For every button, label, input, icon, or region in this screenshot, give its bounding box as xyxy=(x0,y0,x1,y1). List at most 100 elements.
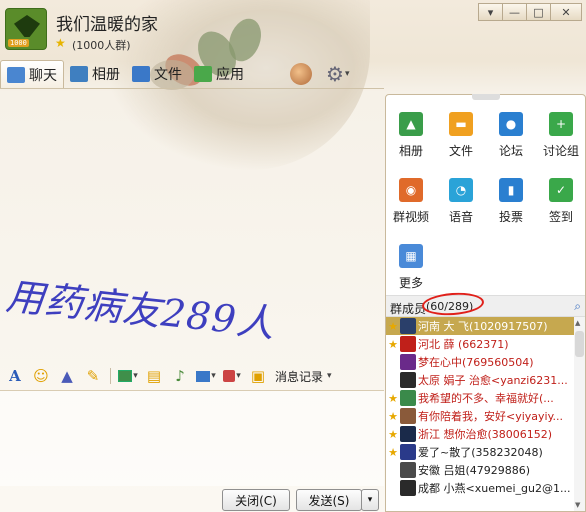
member-avatar xyxy=(400,444,416,460)
side-panel: ▲ 相册 ▬ 文件 ● 论坛 + 讨论组 ◉ 群视频 ◔ 语音 ▮ 投票 ✓ 签到 ▦ 更多 群成… xyxy=(385,94,586,512)
app-forum[interactable]: ● 论坛 xyxy=(486,109,536,167)
member-name: 有你陪着我，安好<yiyayiy... xyxy=(418,410,564,423)
admin-star-icon: ★ xyxy=(388,445,398,459)
app-label: 群视频 xyxy=(392,210,429,224)
members-title: 群成员 xyxy=(390,302,427,316)
send-options-button[interactable]: ▾ xyxy=(361,489,379,511)
chevron-down-icon: ▾ xyxy=(344,69,350,79)
settings-button[interactable]: ⚙ ▾ xyxy=(326,62,349,86)
leaf-logo-icon xyxy=(14,15,40,37)
history-icon[interactable]: ▣ xyxy=(247,365,269,387)
member-avatar xyxy=(400,408,416,424)
forum-icon: ● xyxy=(499,112,523,136)
note-icon[interactable]: ✎ xyxy=(82,365,104,387)
image-icon xyxy=(118,370,133,382)
app-discussion[interactable]: + 讨论组 xyxy=(536,109,586,167)
tab-label: 相册 xyxy=(92,67,120,83)
vote-icon: ▮ xyxy=(499,178,523,202)
app-vote[interactable]: ▮ 投票 xyxy=(486,175,536,233)
member-avatar xyxy=(400,318,416,334)
tab-label: 文件 xyxy=(154,67,182,83)
app-checkin[interactable]: ✓ 签到 xyxy=(536,175,586,233)
scroll-thumb[interactable] xyxy=(575,331,584,357)
member-row[interactable]: ★ 浙江 想你治愈(38006152) xyxy=(386,425,575,443)
tab-bar: 聊天 相册 文件 应用 xyxy=(0,60,250,88)
screenshot-button[interactable]: ▾ xyxy=(195,365,217,387)
red-annotation-circle xyxy=(421,290,485,318)
shake-button[interactable]: ▾ xyxy=(221,365,243,387)
divider xyxy=(110,368,111,384)
maximize-button[interactable]: □ xyxy=(526,3,551,21)
member-row[interactable]: ★ 河南 大 飞(1020917507) xyxy=(386,317,575,335)
member-row[interactable]: ★ 爱了~散了(358232048) xyxy=(386,443,575,461)
history-button[interactable]: 消息记录 ▾ xyxy=(273,365,332,387)
app-voice[interactable]: ◔ 语音 xyxy=(436,175,486,233)
app-label: 投票 xyxy=(498,210,523,224)
member-list: ★ 河南 大 飞(1020917507) ★ 河北 薛 (662371) 梦在心中(76… xyxy=(386,317,575,512)
minimize-button[interactable]: — xyxy=(502,3,527,21)
panel-collapse-handle[interactable] xyxy=(472,94,500,100)
members-header: 群成员 (60/289) ⌕ xyxy=(386,290,585,318)
tab-album[interactable]: 相册 xyxy=(64,60,126,88)
menu-dropdown-button[interactable]: ▾ xyxy=(478,3,503,21)
member-row[interactable]: 梦在心中(769560504) xyxy=(386,353,575,371)
voice-icon: ◔ xyxy=(449,178,473,202)
member-row[interactable]: 安徽 吕姐(47929886) xyxy=(386,461,575,479)
member-row[interactable]: ★ 河北 薛 (662371) xyxy=(386,335,575,353)
tab-file[interactable]: 文件 xyxy=(126,60,188,88)
chat-icon xyxy=(7,66,25,83)
image-button[interactable]: ▾ xyxy=(117,365,139,387)
chevron-down-icon: ▾ xyxy=(327,371,332,381)
tab-apps[interactable]: 应用 xyxy=(188,60,250,88)
close-window-button[interactable]: ✕ xyxy=(550,3,582,21)
send-button[interactable]: 发送(S) xyxy=(296,489,362,511)
member-row[interactable]: ★ 有你陪着我，安好<yiyayiy... xyxy=(386,407,575,425)
chat-window: 1000 我们温暖的家 ★ (1000人群) ▾ — □ ✕ 聊天 相册 文件 … xyxy=(0,0,586,512)
app-label: 文件 xyxy=(448,144,473,158)
app-more[interactable]: ▦ 更多 xyxy=(386,241,436,299)
member-name: 河南 大 飞(1020917507) xyxy=(418,320,548,333)
add-member-icon[interactable] xyxy=(290,63,312,85)
app-label: 签到 xyxy=(548,210,573,224)
magic-hat-icon[interactable]: ▲ xyxy=(56,365,78,387)
music-icon[interactable]: ♪ xyxy=(169,365,191,387)
member-avatar xyxy=(400,354,416,370)
admin-star-icon: ★ xyxy=(388,319,398,333)
tab-chat[interactable]: 聊天 xyxy=(0,60,64,88)
chevron-down-icon: ▾ xyxy=(367,495,373,505)
search-icon[interactable]: ⌕ xyxy=(574,299,581,314)
app-video[interactable]: ◉ 群视频 xyxy=(386,175,436,233)
member-avatar xyxy=(400,390,416,406)
app-label: 相册 xyxy=(398,144,423,158)
history-label: 消息记录 xyxy=(275,369,324,384)
screen-icon xyxy=(196,370,211,382)
group-badge: 1000 xyxy=(8,39,29,47)
title-bar: 1000 我们温暖的家 ★ (1000人群) ▾ — □ ✕ xyxy=(0,0,586,60)
close-button[interactable]: 关闭(C) xyxy=(222,489,290,511)
member-name: 安徽 吕姐(47929886) xyxy=(418,464,531,477)
member-row[interactable]: 成都 小燕<xuemei_gu2@1... xyxy=(386,479,575,497)
app-file[interactable]: ▬ 文件 xyxy=(436,109,486,167)
app-label: 更多 xyxy=(398,276,423,290)
member-name: 我希望的不多、幸福就好(... xyxy=(418,392,554,405)
emoji-icon[interactable]: ☺ xyxy=(30,365,52,387)
checkin-icon: ✓ xyxy=(549,178,573,202)
clipboard-icon[interactable]: ▤ xyxy=(143,365,165,387)
member-name: 成都 小燕<xuemei_gu2@1... xyxy=(418,482,571,495)
message-area[interactable]: 用药病友289人 xyxy=(0,88,384,358)
scroll-up-icon[interactable]: ▲ xyxy=(575,319,580,327)
scroll-down-icon[interactable]: ▼ xyxy=(575,501,580,509)
group-name[interactable]: 我们温暖的家 xyxy=(56,10,158,35)
shake-icon xyxy=(223,370,236,382)
app-label: 论坛 xyxy=(498,144,523,158)
member-row[interactable]: ★ 我希望的不多、幸福就好(... xyxy=(386,389,575,407)
member-name: 河北 薛 (662371) xyxy=(418,338,509,351)
member-row[interactable]: 太原 娟子 治愈<yanzi6231... xyxy=(386,371,575,389)
group-avatar[interactable]: 1000 xyxy=(5,8,47,50)
app-photo[interactable]: ▲ 相册 xyxy=(386,109,436,167)
font-icon[interactable]: A xyxy=(4,365,26,387)
tab-label: 应用 xyxy=(216,67,244,83)
member-list-scrollbar[interactable]: ▲ ▼ xyxy=(574,317,585,511)
message-input[interactable] xyxy=(0,390,384,486)
chevron-down-icon: ▾ xyxy=(211,371,216,381)
